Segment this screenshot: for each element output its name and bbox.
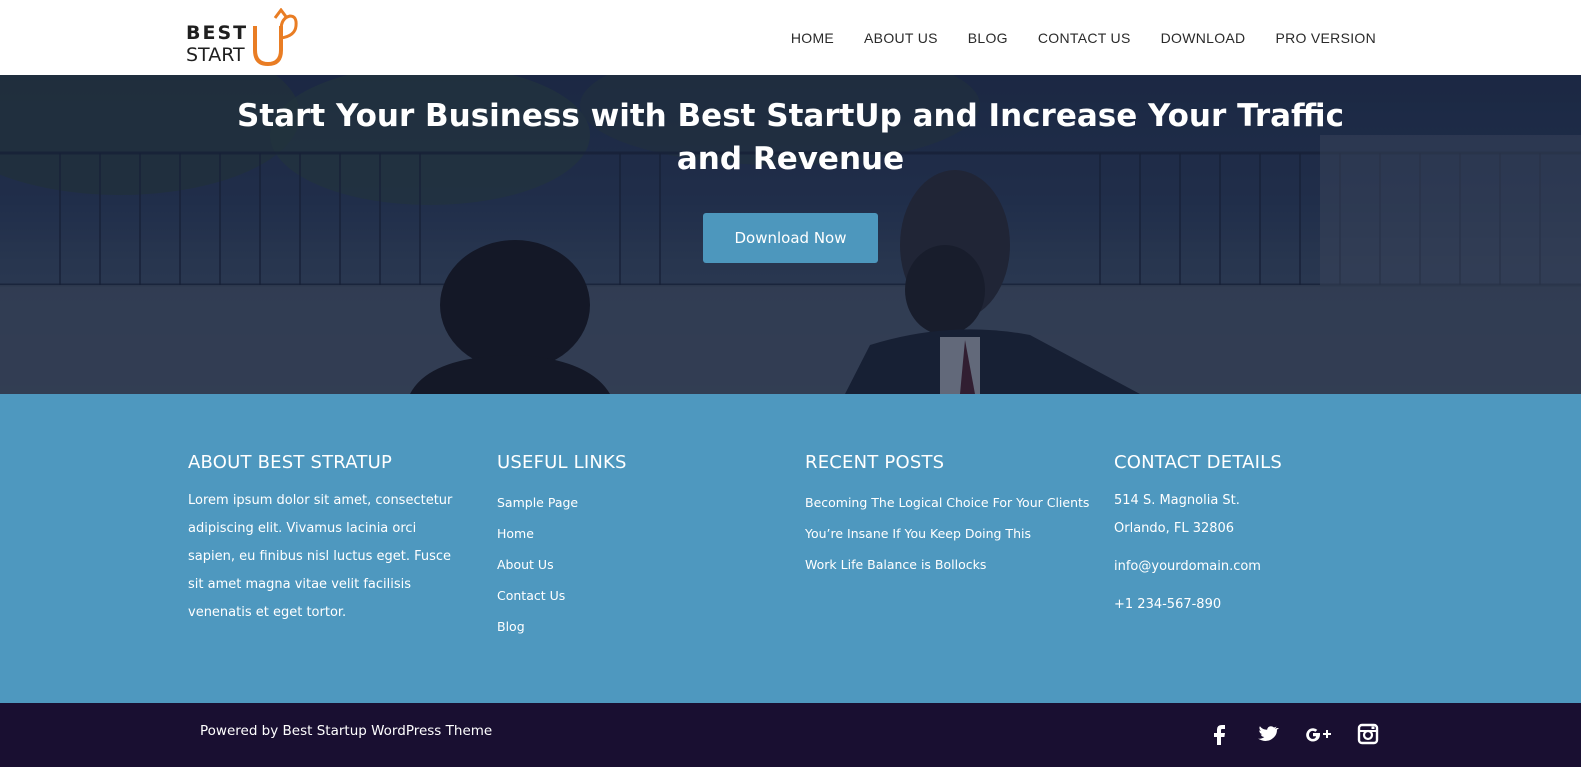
nav-home[interactable]: HOME	[791, 30, 834, 46]
hero-title: Start Your Business with Best StartUp an…	[237, 98, 1344, 177]
logo-start-text: START	[186, 44, 245, 66]
recent-post-link[interactable]: Becoming The Logical Choice For Your Cli…	[805, 495, 1089, 510]
site-logo[interactable]: BEST START	[186, 8, 300, 68]
contact-address-line-1: 514 S. Magnolia St.	[1114, 493, 1240, 508]
contact-address-line-2: Orlando, FL 32806	[1114, 521, 1235, 536]
footer-widgets: ABOUT BEST STRATUP Lorem ipsum dolor sit…	[0, 394, 1581, 703]
nav-download[interactable]: DOWNLOAD	[1161, 30, 1246, 46]
recent-posts-title: RECENT POSTS	[805, 452, 945, 473]
useful-links-title: USEFUL LINKS	[497, 452, 627, 473]
link-home[interactable]: Home	[497, 526, 534, 541]
facebook-icon[interactable]	[1207, 721, 1233, 747]
link-blog[interactable]: Blog	[497, 619, 525, 634]
link-contact-us[interactable]: Contact Us	[497, 588, 565, 603]
social-links	[1207, 721, 1381, 747]
nav-pro-version[interactable]: PRO VERSION	[1275, 30, 1376, 46]
about-widget-text: Lorem ipsum dolor sit amet, consectetur …	[188, 493, 453, 620]
hero-section: Start Your Business with Best StartUp an…	[0, 75, 1581, 394]
download-now-button[interactable]: Download Now	[703, 213, 878, 263]
link-sample-page[interactable]: Sample Page	[497, 495, 578, 510]
logo-up-mark	[253, 8, 298, 67]
about-widget: ABOUT BEST STRATUP Lorem ipsum dolor sit…	[188, 452, 463, 627]
site-header: BEST START HOME ABOUT US BLOG CONTACT US…	[0, 0, 1581, 75]
google-plus-icon[interactable]	[1303, 721, 1333, 747]
recent-posts-widget: RECENT POSTS Becoming The Logical Choice…	[805, 452, 1089, 580]
recent-post-link[interactable]: You’re Insane If You Keep Doing This	[805, 526, 1031, 541]
useful-links-widget: USEFUL LINKS Sample Page Home About Us C…	[497, 452, 627, 642]
logo-best-text: BEST	[186, 22, 249, 44]
nav-blog[interactable]: BLOG	[968, 30, 1008, 46]
contact-details-title: CONTACT DETAILS	[1114, 452, 1282, 473]
nav-contact-us[interactable]: CONTACT US	[1038, 30, 1131, 46]
twitter-icon[interactable]	[1255, 721, 1281, 747]
powered-by-text: Powered by Best Startup WordPress Theme	[200, 723, 493, 739]
about-widget-title: ABOUT BEST STRATUP	[188, 452, 393, 473]
instagram-icon[interactable]	[1355, 721, 1381, 747]
nav-about-us[interactable]: ABOUT US	[864, 30, 938, 46]
bottom-bar: Powered by Best Startup WordPress Theme	[0, 703, 1581, 767]
contact-details-widget: CONTACT DETAILS 514 S. Magnolia St. Orla…	[1114, 452, 1282, 619]
contact-email[interactable]: info@yourdomain.com	[1114, 553, 1282, 581]
contact-phone[interactable]: +1 234-567-890	[1114, 591, 1282, 619]
link-about-us[interactable]: About Us	[497, 557, 554, 572]
recent-post-link[interactable]: Work Life Balance is Bollocks	[805, 557, 986, 572]
main-nav: HOME ABOUT US BLOG CONTACT US DOWNLOAD P…	[791, 0, 1376, 75]
